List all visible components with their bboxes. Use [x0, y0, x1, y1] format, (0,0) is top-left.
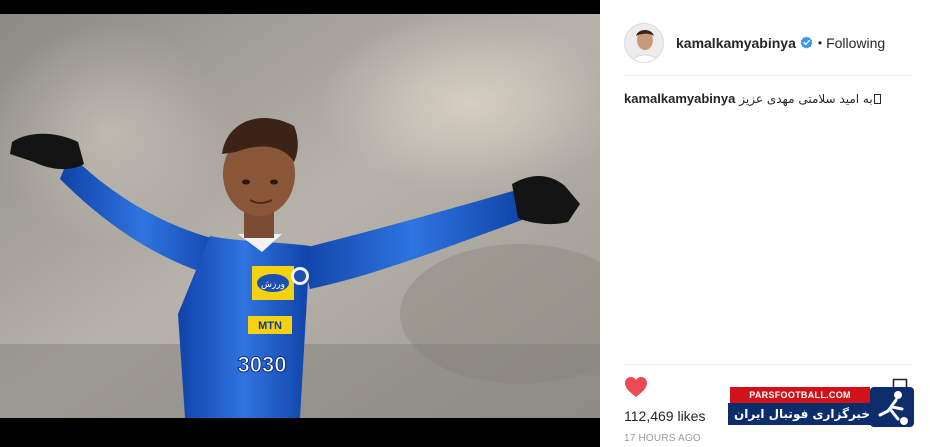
following-button[interactable]: Following	[826, 35, 885, 51]
caption-username[interactable]: kamalkamyabinya	[624, 91, 735, 106]
jersey-number: 3030	[238, 352, 287, 377]
header-separator: •	[817, 35, 823, 50]
verified-badge-icon	[800, 36, 813, 49]
caption-text: به امید سلامتی مهدی عزیز	[739, 92, 873, 106]
caption-emoji-glyph	[873, 94, 881, 104]
avatar-image	[625, 23, 663, 62]
post-username[interactable]: kamalkamyabinya	[676, 35, 796, 51]
watermark-site: PARSFOOTBALL.COM	[730, 387, 870, 403]
photo-letterbox-bottom	[0, 418, 600, 447]
avatar[interactable]	[624, 22, 664, 63]
heart-icon[interactable]	[624, 376, 648, 398]
watermark: PARSFOOTBALL.COM خبرگزاری فوتبال ایران	[728, 385, 918, 429]
watermark-tagline: خبرگزاری فوتبال ایران	[728, 403, 876, 425]
post-caption: kamalkamyabinya به امید سلامتی مهدی عزیز	[624, 90, 911, 108]
post-actions-divider	[624, 364, 911, 365]
photo-letterbox-top	[0, 0, 600, 14]
crest-text: ورزش	[261, 280, 285, 290]
sponsor-text: MTN	[258, 320, 282, 332]
post-timestamp[interactable]: 17 HOURS AGO	[624, 433, 701, 444]
post-photo[interactable]: ورزش MTN 3030	[0, 0, 600, 447]
likes-count[interactable]: 112,469 likes	[624, 408, 705, 424]
player-photo-illustration: ورزش MTN 3030	[0, 14, 600, 418]
post-header: kamalkamyabinya • Following	[624, 16, 911, 76]
post-side-panel: kamalkamyabinya • Following kamalkamyabi…	[600, 0, 930, 447]
watermark-logo-icon	[870, 387, 914, 427]
